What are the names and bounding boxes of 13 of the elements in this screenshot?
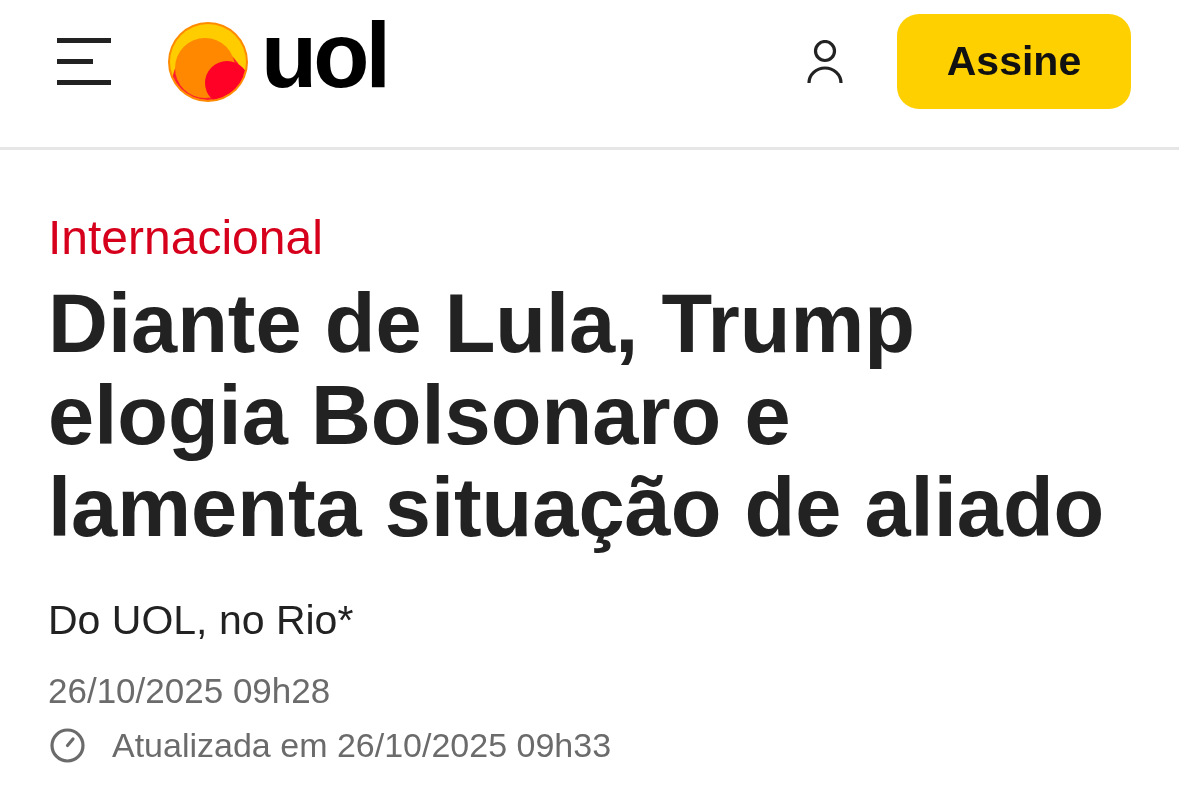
subscribe-button[interactable]: Assine bbox=[897, 14, 1131, 109]
updated-date: Atualizada em 26/10/2025 09h33 bbox=[112, 725, 612, 766]
logo-link[interactable]: uol bbox=[167, 20, 387, 103]
menu-button[interactable] bbox=[57, 38, 111, 85]
publish-date: 26/10/2025 09h28 bbox=[48, 670, 331, 712]
clock-icon bbox=[50, 727, 85, 763]
menu-icon bbox=[57, 38, 111, 85]
section-link[interactable]: Internacional bbox=[48, 210, 323, 266]
sun-circle-icon bbox=[167, 20, 249, 103]
user-icon bbox=[807, 39, 843, 84]
byline: Do UOL, no Rio* bbox=[48, 596, 354, 644]
article-headline: Diante de Lula, Trump elogia Bolsonaro e lamenta situação de aliado bbox=[48, 278, 1106, 554]
account-button[interactable] bbox=[807, 39, 843, 84]
